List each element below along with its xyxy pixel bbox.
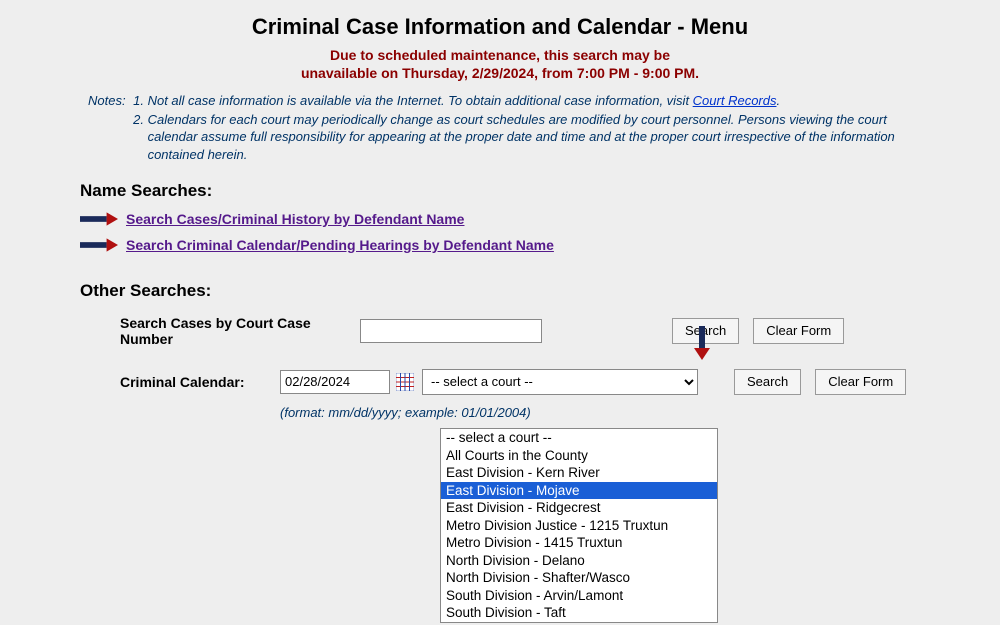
court-option[interactable]: South Division - Arvin/Lamont <box>441 587 717 605</box>
name-searches-heading: Name Searches: <box>80 181 920 201</box>
search-calendar-by-defendant-link[interactable]: Search Criminal Calendar/Pending Hearing… <box>126 237 554 253</box>
notes-label: Notes: <box>88 92 126 164</box>
court-option[interactable]: East Division - Ridgecrest <box>441 499 717 517</box>
search-cases-by-defendant-link[interactable]: Search Cases/Criminal History by Defenda… <box>126 211 464 227</box>
court-option[interactable]: All Courts in the County <box>441 447 717 465</box>
page-title: Criminal Case Information and Calendar -… <box>80 14 920 40</box>
arrow-right-icon <box>80 238 118 252</box>
court-option[interactable]: East Division - Mojave <box>441 482 717 500</box>
note-1-pre: Not all case information is available vi… <box>148 93 693 108</box>
maintenance-line2: unavailable on Thursday, 2/29/2024, from… <box>301 65 699 81</box>
calendar-search-button[interactable]: Search <box>734 369 801 395</box>
calendar-label: Criminal Calendar: <box>80 374 280 390</box>
calendar-icon[interactable] <box>396 373 414 391</box>
note-item-1: Not all case information is available vi… <box>148 92 920 110</box>
maintenance-line1: Due to scheduled maintenance, this searc… <box>330 47 670 63</box>
calendar-clear-button[interactable]: Clear Form <box>815 369 906 395</box>
notes-block: Notes: Not all case information is avail… <box>88 92 920 164</box>
note-2-text: Calendars for each court may periodicall… <box>148 112 895 162</box>
court-option[interactable]: North Division - Delano <box>441 552 717 570</box>
court-option[interactable]: South Division - Taft <box>441 604 717 622</box>
court-records-link[interactable]: Court Records <box>693 93 777 108</box>
arrow-down-icon <box>694 326 710 360</box>
case-number-label: Search Cases by Court Case Number <box>80 315 360 347</box>
date-format-hint: (format: mm/dd/yyyy; example: 01/01/2004… <box>280 405 920 420</box>
calendar-date-input[interactable] <box>280 370 390 394</box>
court-option[interactable]: East Division - Kern River <box>441 464 717 482</box>
maintenance-notice: Due to scheduled maintenance, this searc… <box>80 46 920 82</box>
note-1-post: . <box>776 93 780 108</box>
case-number-clear-button[interactable]: Clear Form <box>753 318 844 344</box>
court-option[interactable]: Metro Division Justice - 1215 Truxtun <box>441 517 717 535</box>
court-option[interactable]: Metro Division - 1415 Truxtun <box>441 534 717 552</box>
other-searches-heading: Other Searches: <box>80 281 920 301</box>
note-item-2: Calendars for each court may periodicall… <box>148 111 920 164</box>
court-select[interactable]: -- select a court -- <box>422 369 698 395</box>
arrow-right-icon <box>80 212 118 226</box>
court-select-listbox[interactable]: -- select a court --All Courts in the Co… <box>440 428 718 623</box>
case-number-input[interactable] <box>360 319 542 343</box>
court-option[interactable]: North Division - Shafter/Wasco <box>441 569 717 587</box>
court-option[interactable]: -- select a court -- <box>441 429 717 447</box>
